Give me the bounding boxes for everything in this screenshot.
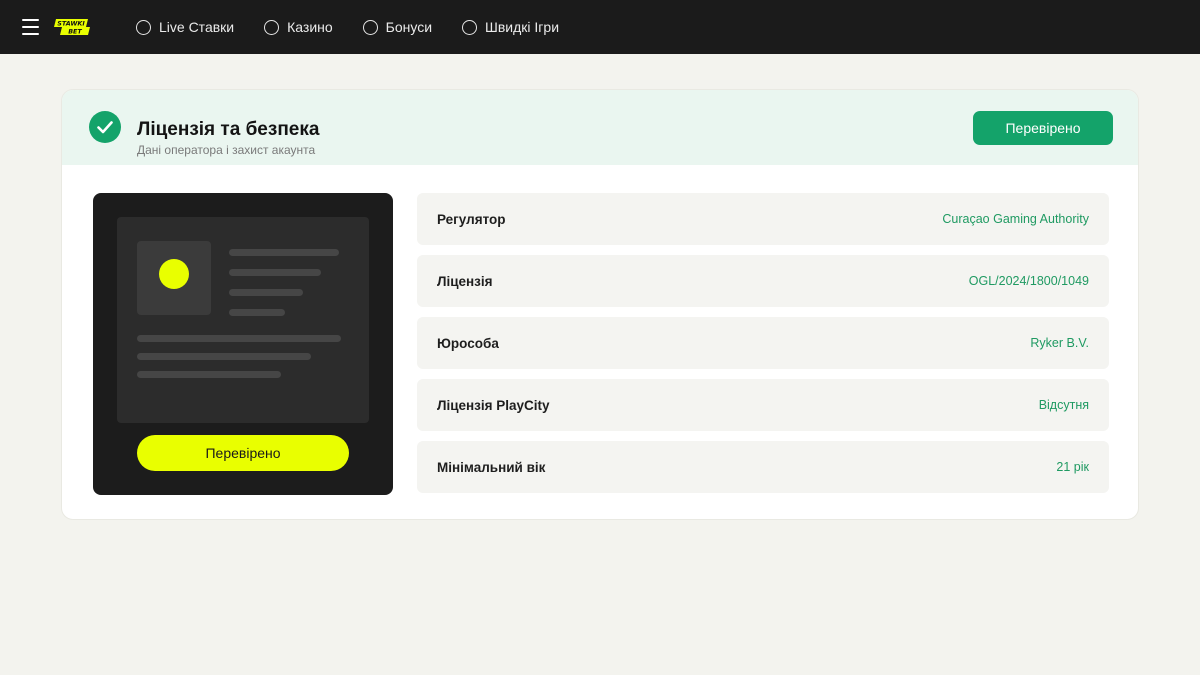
nav-item-label: Live Ставки (159, 19, 235, 35)
nav-item-label: Швидкі Ігри (485, 19, 560, 35)
text-placeholder-line (137, 353, 311, 360)
svg-text:BET: BET (68, 28, 82, 36)
text-placeholder-line (229, 269, 321, 276)
status-dot (159, 259, 189, 289)
nav-item-live-bets[interactable]: Live Ставки (136, 19, 234, 35)
row-value: 21 рік (1056, 460, 1089, 474)
row-label: Регулятор (437, 211, 506, 227)
radio-ring-icon (136, 19, 151, 35)
radio-ring-icon (462, 19, 478, 35)
detail-row-regulator: Регулятор Curaçao Gaming Authority (417, 193, 1109, 245)
card-subtitle: Дані оператора і захист акаунта (137, 143, 316, 157)
detail-row-license: Ліцензія OGL/2024/1800/1049 (417, 255, 1109, 307)
preview-verified-button[interactable]: Перевірено (137, 435, 349, 471)
license-security-card: Ліцензія та безпека Дані оператора і зах… (61, 89, 1139, 520)
radio-ring-icon (362, 19, 378, 35)
verified-button[interactable]: Перевірено (973, 111, 1113, 145)
row-label: Ліцензія (437, 273, 493, 289)
text-placeholder-line (229, 249, 339, 256)
svg-text:STAWKI: STAWKI (57, 20, 85, 28)
nav-item-casino[interactable]: Казино (264, 19, 333, 35)
nav-item-label: Бонуси (385, 19, 433, 35)
radio-ring-icon (264, 19, 280, 35)
nav-item-label: Казино (287, 19, 333, 35)
document-placeholder (117, 217, 369, 423)
row-value: OGL/2024/1800/1049 (968, 274, 1089, 288)
nav-item-bonuses[interactable]: Бонуси (362, 19, 433, 35)
nav-item-fast-games[interactable]: Швидкі Ігри (462, 19, 559, 35)
row-label: Ліцензія PlayCity (437, 397, 550, 413)
row-label: Мінімальний вік (437, 459, 546, 475)
check-icon (89, 111, 121, 143)
row-value: Curaçao Gaming Authority (942, 212, 1089, 226)
card-title: Ліцензія та безпека (137, 119, 320, 140)
text-placeholder-line (137, 335, 341, 342)
brand-logo[interactable]: STAWKI BET (54, 17, 90, 37)
detail-row-legal-entity: Юрособа Ryker B.V. (417, 317, 1109, 369)
license-preview: Перевірено (93, 193, 393, 495)
image-placeholder (137, 241, 211, 315)
row-value: Відсутня (1038, 398, 1089, 412)
text-placeholder-line (229, 289, 303, 296)
detail-row-playcity-license: Ліцензія PlayCity Відсутня (417, 379, 1109, 431)
row-label: Юрособа (437, 335, 499, 351)
text-placeholder-line (137, 371, 281, 378)
menu-icon[interactable] (22, 18, 39, 36)
main-nav: Live Ставки Казино Бонуси Швидкі Ігри (136, 0, 589, 54)
text-placeholder-line (229, 309, 285, 316)
card-header: Ліцензія та безпека Дані оператора і зах… (62, 90, 1138, 165)
detail-row-minimum-age: Мінімальний вік 21 рік (417, 441, 1109, 493)
top-navigation-bar: STAWKI BET Live Ставки Казино Бонуси Шви… (0, 0, 1200, 54)
row-value: Ryker B.V. (1030, 336, 1089, 350)
